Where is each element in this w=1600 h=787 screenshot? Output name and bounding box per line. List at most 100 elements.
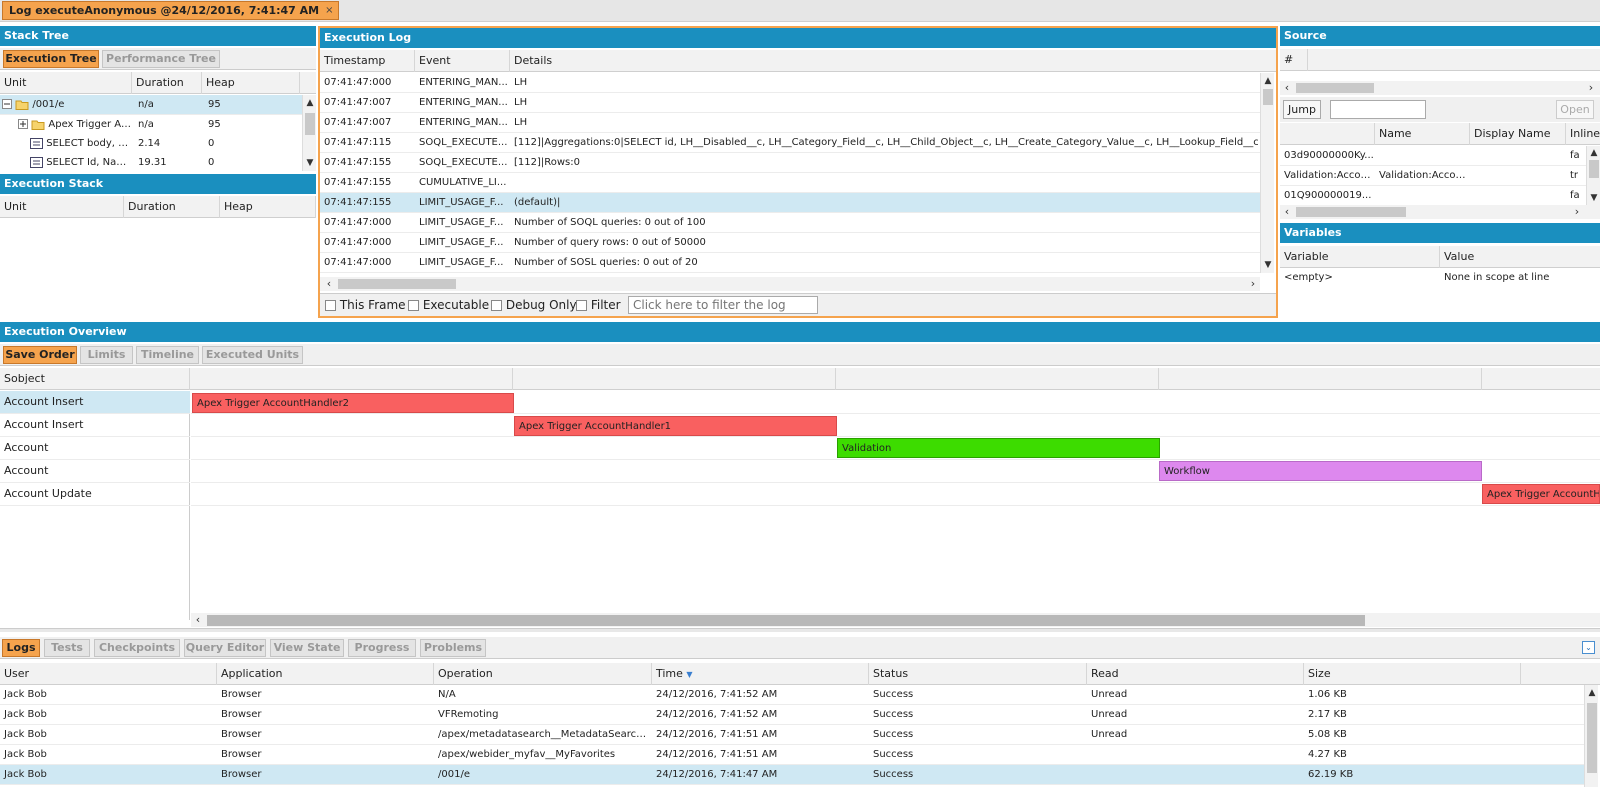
collapse-panel-icon[interactable]: ⌄ bbox=[1582, 641, 1595, 654]
tab-executed-units[interactable]: Executed Units bbox=[202, 346, 303, 364]
column-sobject[interactable]: Sobject bbox=[0, 368, 190, 390]
tab-progress[interactable]: Progress bbox=[348, 639, 416, 657]
tab-checkpoints[interactable]: Checkpoints bbox=[94, 639, 180, 657]
expand-icon[interactable] bbox=[18, 119, 28, 129]
scroll-down-icon[interactable]: ▼ bbox=[1261, 259, 1275, 271]
scroll-thumb[interactable] bbox=[1296, 83, 1374, 93]
overview-row-label[interactable]: Account bbox=[0, 460, 190, 483]
log-row[interactable]: 07:41:47:000 ENTERING_MAN... LH bbox=[320, 73, 1260, 93]
source-row[interactable]: 01Q900000019... fa bbox=[1280, 186, 1586, 206]
debug-only-checkbox[interactable]: Debug Only bbox=[491, 298, 577, 312]
column-unit[interactable]: Unit bbox=[0, 196, 124, 218]
column-inline[interactable]: Inline bbox=[1566, 123, 1600, 145]
log-list-row[interactable]: Jack Bob Browser N/A 24/12/2016, 7:41:52… bbox=[0, 685, 1584, 705]
tab-problems[interactable]: Problems bbox=[420, 639, 486, 657]
column-size[interactable]: Size bbox=[1304, 663, 1521, 685]
column-heap[interactable]: Heap bbox=[202, 72, 300, 94]
scroll-up-icon[interactable]: ▲ bbox=[303, 97, 317, 109]
column-variable[interactable]: Variable bbox=[1280, 246, 1440, 268]
column-name[interactable]: Name bbox=[1375, 123, 1470, 145]
column-user[interactable]: User bbox=[0, 663, 217, 685]
gantt-bar-trigger[interactable]: Apex Trigger AccountHandler1 bbox=[514, 416, 837, 436]
jump-button[interactable]: Jump bbox=[1283, 100, 1321, 119]
column-timestamp[interactable]: Timestamp bbox=[320, 50, 415, 72]
tab-view-state[interactable]: View State bbox=[270, 639, 344, 657]
tree-row[interactable]: SELECT Id, Nam... 19.31 0 bbox=[0, 153, 302, 172]
column-display-name[interactable]: Display Name bbox=[1470, 123, 1566, 145]
scroll-thumb[interactable] bbox=[1589, 160, 1599, 178]
log-editor-tab[interactable]: Log executeAnonymous @24/12/2016, 7:41:4… bbox=[2, 1, 339, 20]
column-line-number[interactable]: # bbox=[1280, 49, 1308, 71]
log-list-row[interactable]: Jack Bob Browser /apex/webider_myfav__My… bbox=[0, 745, 1584, 765]
column-duration[interactable]: Duration bbox=[124, 196, 220, 218]
source-bottom-scrollbar[interactable]: ‹ › bbox=[1280, 205, 1600, 219]
log-filter-input[interactable] bbox=[628, 296, 818, 314]
log-list-row[interactable]: Jack Bob Browser /001/e 24/12/2016, 7:41… bbox=[0, 765, 1584, 785]
logs-vertical-scrollbar[interactable]: ▲ bbox=[1584, 685, 1598, 787]
scroll-thumb[interactable] bbox=[305, 113, 315, 135]
overview-horizontal-scrollbar[interactable]: ‹ bbox=[191, 613, 1600, 627]
scroll-up-icon[interactable]: ▲ bbox=[1587, 147, 1600, 159]
scroll-up-icon[interactable]: ▲ bbox=[1585, 687, 1599, 699]
scroll-right-icon[interactable]: › bbox=[1570, 205, 1584, 219]
log-row[interactable]: 07:41:47:007 ENTERING_MAN... LH bbox=[320, 113, 1260, 133]
tab-tests[interactable]: Tests bbox=[44, 639, 90, 657]
scroll-thumb[interactable] bbox=[1263, 89, 1273, 105]
scroll-up-icon[interactable]: ▲ bbox=[1261, 75, 1275, 87]
gantt-bar-workflow[interactable]: Workflow bbox=[1159, 461, 1482, 481]
scroll-thumb[interactable] bbox=[1587, 703, 1597, 773]
collapse-icon[interactable] bbox=[2, 99, 12, 109]
log-row[interactable]: 07:41:47:115 SOQL_EXECUTE... [112]|Aggre… bbox=[320, 133, 1260, 153]
column-event[interactable]: Event bbox=[415, 50, 510, 72]
overview-row-label[interactable]: Account Insert bbox=[0, 414, 190, 437]
tab-timeline[interactable]: Timeline bbox=[136, 346, 199, 364]
log-row[interactable]: 07:41:47:155 CUMULATIVE_LI... bbox=[320, 173, 1260, 193]
overview-row-label[interactable]: Account Insert bbox=[0, 391, 190, 414]
scroll-left-icon[interactable]: ‹ bbox=[1280, 81, 1294, 95]
gantt-bar-validation[interactable]: Validation bbox=[837, 438, 1160, 458]
overview-row-label[interactable]: Account bbox=[0, 437, 190, 460]
executable-checkbox[interactable]: Executable bbox=[408, 298, 489, 312]
variable-row[interactable]: <empty> None in scope at line bbox=[1280, 268, 1600, 288]
tab-logs[interactable]: Logs bbox=[2, 639, 40, 657]
tab-save-order[interactable]: Save Order bbox=[3, 346, 77, 364]
column-status[interactable]: Status bbox=[869, 663, 1087, 685]
scroll-down-icon[interactable]: ▼ bbox=[303, 157, 317, 169]
log-row[interactable]: 07:41:47:000 LIMIT_USAGE_F... Number of … bbox=[320, 253, 1260, 273]
jump-input[interactable] bbox=[1330, 100, 1426, 119]
log-row[interactable]: 07:41:47:155 LIMIT_USAGE_F... (default)| bbox=[320, 193, 1260, 213]
scroll-left-icon[interactable]: ‹ bbox=[322, 277, 336, 291]
column-time[interactable]: Time ▼ bbox=[652, 663, 869, 685]
column-id[interactable] bbox=[1280, 123, 1375, 145]
scroll-thumb[interactable] bbox=[338, 279, 456, 289]
tab-performance-tree[interactable]: Performance Tree bbox=[102, 50, 220, 68]
scroll-down-icon[interactable]: ▼ bbox=[1587, 192, 1600, 204]
scroll-thumb[interactable] bbox=[1296, 207, 1406, 217]
tab-execution-tree[interactable]: Execution Tree bbox=[3, 50, 99, 68]
log-list-row[interactable]: Jack Bob Browser /apex/metadatasearch__M… bbox=[0, 725, 1584, 745]
panel-splitter[interactable] bbox=[0, 628, 1600, 632]
stack-tree-scrollbar[interactable]: ▲ ▼ bbox=[302, 95, 316, 171]
log-row[interactable]: 07:41:47:155 SOQL_EXECUTE... [112]|Rows:… bbox=[320, 153, 1260, 173]
column-duration[interactable]: Duration bbox=[132, 72, 202, 94]
column-application[interactable]: Application bbox=[217, 663, 434, 685]
log-row[interactable]: 07:41:47:000 LIMIT_USAGE_F... Number of … bbox=[320, 213, 1260, 233]
column-details[interactable]: Details bbox=[510, 50, 1260, 72]
tab-query-editor[interactable]: Query Editor bbox=[184, 639, 266, 657]
column-read[interactable]: Read bbox=[1087, 663, 1304, 685]
source-row[interactable]: Validation:Accou... Validation:Accou... … bbox=[1280, 166, 1586, 186]
open-button[interactable]: Open bbox=[1556, 100, 1594, 119]
scroll-left-icon[interactable]: ‹ bbox=[1280, 205, 1294, 219]
overview-row-label[interactable]: Account Update bbox=[0, 483, 190, 506]
source-row[interactable]: 03d90000000Ky... fa bbox=[1280, 146, 1586, 166]
gantt-bar-trigger[interactable]: Apex Trigger AccountHa bbox=[1482, 484, 1600, 504]
log-row[interactable]: 07:41:47:007 ENTERING_MAN... LH bbox=[320, 93, 1260, 113]
column-unit[interactable]: Unit bbox=[0, 72, 132, 94]
source-horizontal-scrollbar[interactable]: ‹ › bbox=[1280, 81, 1600, 95]
column-heap[interactable]: Heap bbox=[220, 196, 316, 218]
tree-row[interactable]: Apex Trigger Ac... n/a 95 bbox=[0, 115, 302, 134]
log-horizontal-scrollbar[interactable]: ‹ › bbox=[320, 277, 1260, 291]
scroll-right-icon[interactable]: › bbox=[1246, 277, 1260, 291]
this-frame-checkbox[interactable]: This Frame bbox=[325, 298, 406, 312]
scroll-left-icon[interactable]: ‹ bbox=[191, 613, 205, 627]
